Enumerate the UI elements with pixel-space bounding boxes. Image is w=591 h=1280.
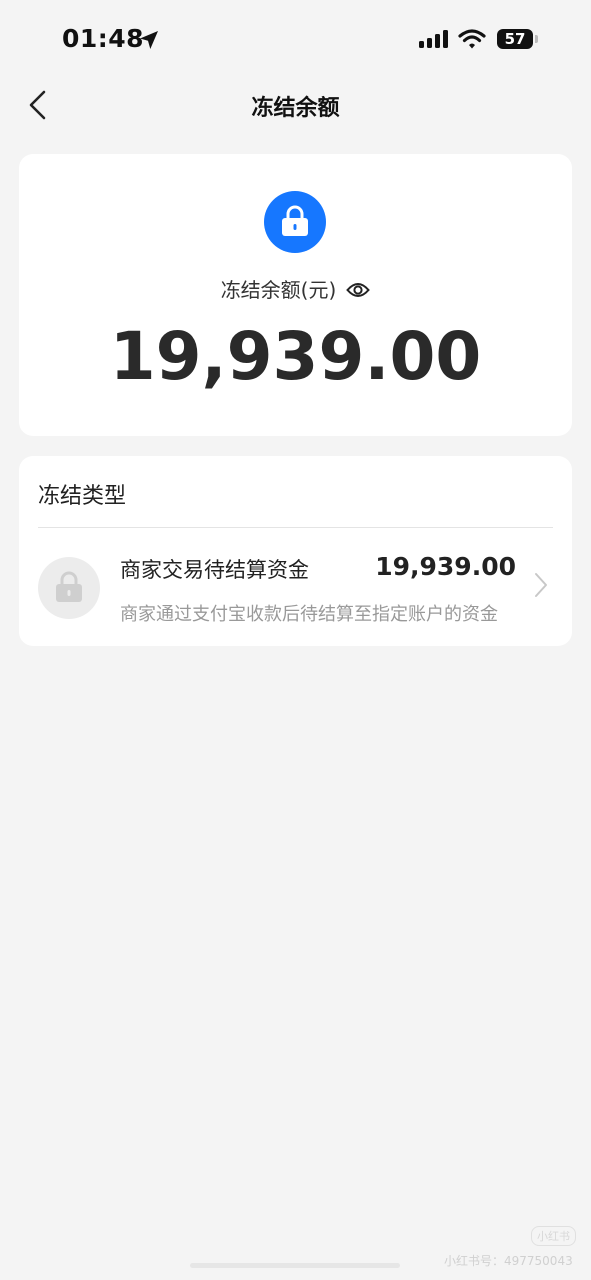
battery-indicator: 57 [497, 29, 533, 49]
item-icon-badge [38, 557, 100, 619]
freeze-type-card: 冻结类型 商家交易待结算资金 19,939.00 商家通过支付宝收款后待结算至指… [19, 456, 572, 646]
section-title: 冻结类型 [38, 484, 127, 509]
eye-icon[interactable] [346, 281, 371, 299]
balance-amount: 19,939.00 [109, 318, 482, 395]
wifi-icon [458, 29, 486, 49]
balance-label: 冻结余额(元) [220, 278, 337, 302]
item-description: 商家通过支付宝收款后待结算至指定账户的资金 [120, 604, 498, 625]
item-title: 商家交易待结算资金 [120, 558, 309, 582]
watermark-badge: 小红书 [531, 1226, 576, 1246]
location-arrow-icon [140, 31, 158, 49]
page-title: 冻结余额 [251, 96, 340, 121]
freeze-type-item[interactable]: 商家交易待结算资金 19,939.00 商家通过支付宝收款后待结算至指定账户的资… [19, 528, 572, 646]
cellular-signal-icon [419, 30, 448, 48]
balance-label-row: 冻结余额(元) [19, 274, 572, 303]
home-indicator[interactable] [190, 1263, 400, 1268]
nav-bar: 冻结余额 [0, 80, 591, 130]
watermark-text: 小红书号：497750043 [444, 1254, 573, 1268]
status-bar: 01:48 57 [0, 0, 591, 80]
lock-badge [264, 191, 326, 253]
balance-card: 冻结余额(元) 19,939.00 [19, 154, 572, 436]
status-time: 01:48 [62, 24, 145, 53]
lock-icon [282, 205, 308, 236]
chevron-right-icon [535, 573, 547, 597]
lock-icon [56, 571, 82, 602]
item-amount: 19,939.00 [375, 552, 516, 581]
battery-nub [535, 35, 538, 43]
